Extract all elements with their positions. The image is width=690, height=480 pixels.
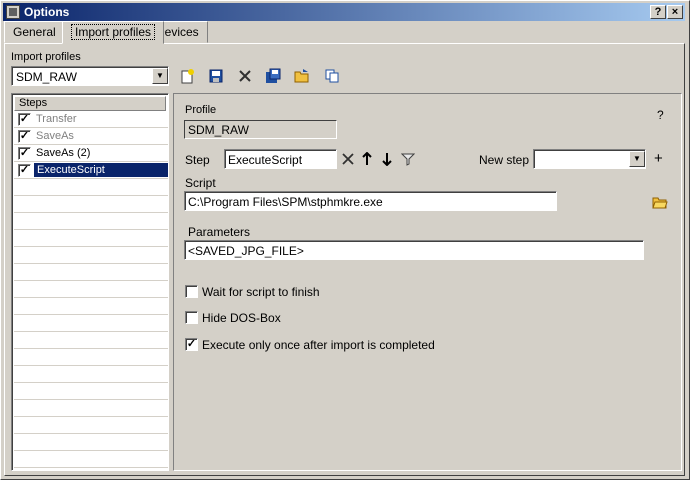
empty-row bbox=[14, 281, 168, 298]
help-icon[interactable]: ? bbox=[657, 108, 664, 122]
empty-row bbox=[14, 315, 168, 332]
add-step-icon[interactable]: + bbox=[654, 150, 663, 167]
empty-row bbox=[14, 417, 168, 434]
hide-dos-box-checkbox[interactable] bbox=[185, 311, 198, 324]
browse-folder-icon[interactable] bbox=[651, 193, 669, 211]
copy-icon[interactable] bbox=[323, 67, 341, 85]
new-profile-icon[interactable] bbox=[178, 67, 196, 85]
app-icon bbox=[6, 5, 20, 19]
close-button[interactable]: × bbox=[667, 5, 683, 19]
parameters-value: <SAVED_JPG_FILE> bbox=[188, 244, 304, 258]
parameters-label: Parameters bbox=[188, 225, 251, 239]
empty-row bbox=[14, 179, 168, 196]
step-item-transfer[interactable]: ✓ Transfer bbox=[14, 111, 168, 128]
empty-row bbox=[14, 349, 168, 366]
step-item-saveas-2[interactable]: ✓ SaveAs (2) bbox=[14, 145, 168, 162]
help-button[interactable]: ? bbox=[650, 5, 666, 19]
import-profiles-label: Import profiles bbox=[11, 51, 81, 63]
profile-label: Profile bbox=[185, 104, 217, 116]
chevron-down-icon[interactable]: ▼ bbox=[629, 151, 645, 167]
new-step-label: New step bbox=[479, 153, 530, 167]
step-checkbox[interactable]: ✓ bbox=[18, 164, 31, 177]
move-up-icon[interactable] bbox=[358, 150, 376, 168]
empty-row bbox=[14, 451, 168, 468]
empty-row bbox=[14, 400, 168, 417]
step-checkbox[interactable]: ✓ bbox=[18, 113, 31, 126]
empty-row bbox=[14, 434, 168, 451]
execute-once-option[interactable]: ✓ Execute only once after import is comp… bbox=[185, 338, 485, 354]
title-bar: Options ? × bbox=[3, 3, 685, 21]
step-name-input[interactable]: ExecuteScript bbox=[224, 149, 337, 169]
tab-general[interactable]: General bbox=[4, 21, 65, 43]
step-checkbox[interactable]: ✓ bbox=[18, 130, 31, 143]
empty-row bbox=[14, 230, 168, 247]
parameters-input[interactable]: <SAVED_JPG_FILE> bbox=[184, 240, 644, 260]
move-down-icon[interactable] bbox=[378, 150, 396, 168]
import-profile-select[interactable]: SDM_RAW ▼ bbox=[11, 66, 169, 86]
step-label: SaveAs (2) bbox=[36, 147, 91, 159]
empty-row bbox=[14, 332, 168, 349]
empty-row bbox=[14, 383, 168, 400]
remove-step-icon[interactable] bbox=[339, 150, 357, 168]
empty-row bbox=[14, 213, 168, 230]
step-label: Step bbox=[185, 153, 210, 167]
step-label: Transfer bbox=[36, 113, 77, 125]
profile-value: SDM_RAW bbox=[188, 123, 249, 137]
import-profile-value: SDM_RAW bbox=[16, 70, 77, 84]
empty-row bbox=[14, 298, 168, 315]
script-label: Script bbox=[185, 176, 216, 190]
filter-icon[interactable] bbox=[399, 150, 417, 168]
execute-once-label: Execute only once after import is comple… bbox=[202, 338, 435, 352]
wait-for-script-label: Wait for script to finish bbox=[202, 285, 320, 299]
save-as-icon[interactable] bbox=[264, 67, 282, 85]
open-folder-icon[interactable] bbox=[293, 67, 311, 85]
hide-dos-box-label: Hide DOS-Box bbox=[202, 311, 281, 325]
empty-row bbox=[14, 196, 168, 213]
step-checkbox[interactable]: ✓ bbox=[18, 147, 31, 160]
save-icon[interactable] bbox=[207, 67, 225, 85]
step-item-executescript[interactable]: ✓ ExecuteScript bbox=[14, 162, 168, 179]
wait-for-script-checkbox[interactable] bbox=[185, 285, 198, 298]
tab-general-label: General bbox=[13, 25, 56, 39]
empty-row bbox=[14, 366, 168, 383]
step-label: ExecuteScript bbox=[34, 163, 168, 177]
script-path-value: C:\Program Files\SPM\stphmkre.exe bbox=[188, 195, 383, 209]
steps-list[interactable]: Steps ✓ Transfer ✓ SaveAs ✓ SaveAs (2) ✓… bbox=[11, 93, 169, 471]
tab-import-profiles-label: Import profiles bbox=[71, 24, 156, 40]
window-title: Options bbox=[24, 5, 70, 19]
empty-row bbox=[14, 247, 168, 264]
tab-import-profiles[interactable]: Import profiles bbox=[62, 21, 165, 44]
steps-header: Steps bbox=[14, 96, 166, 111]
execute-once-checkbox[interactable]: ✓ bbox=[185, 338, 198, 351]
hide-dos-box-option[interactable]: Hide DOS-Box bbox=[185, 311, 485, 327]
empty-row bbox=[14, 264, 168, 281]
delete-icon[interactable] bbox=[236, 67, 254, 85]
chevron-down-icon[interactable]: ▼ bbox=[152, 68, 168, 84]
wait-for-script-option[interactable]: Wait for script to finish bbox=[185, 285, 485, 301]
step-name-value: ExecuteScript bbox=[228, 153, 303, 167]
step-item-saveas[interactable]: ✓ SaveAs bbox=[14, 128, 168, 145]
script-path-input[interactable]: C:\Program Files\SPM\stphmkre.exe bbox=[184, 191, 557, 211]
step-label: SaveAs bbox=[36, 130, 74, 142]
profile-field: SDM_RAW bbox=[184, 120, 337, 139]
new-step-select[interactable]: ▼ bbox=[533, 149, 646, 169]
